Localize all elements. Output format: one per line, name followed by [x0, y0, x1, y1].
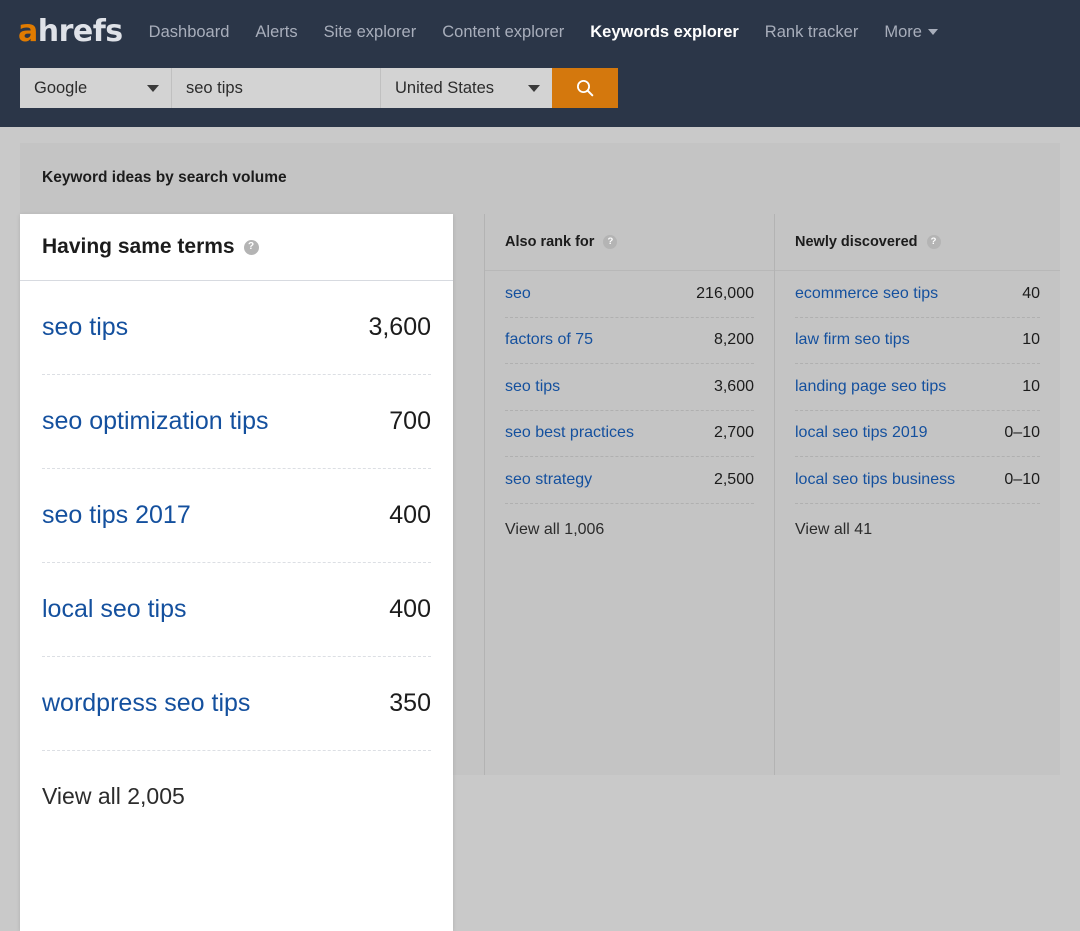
table-row[interactable]: seo tips 3,600: [505, 364, 754, 411]
column-title: Also rank for: [505, 234, 594, 250]
table-row[interactable]: local seo tips business 0–10: [795, 457, 1040, 504]
search-volume: 3,600: [368, 313, 431, 342]
search-volume: 0–10: [1004, 424, 1040, 442]
table-row[interactable]: landing page seo tips 10: [795, 364, 1040, 411]
search-volume: 2,700: [714, 424, 754, 442]
search-button[interactable]: [552, 68, 618, 108]
table-row[interactable]: factors of 75 8,200: [505, 318, 754, 365]
table-row[interactable]: seo 216,000: [505, 271, 754, 318]
table-row[interactable]: seo tips 3,600: [42, 281, 431, 375]
column-header-newly-discovered: Newly discovered ?: [775, 214, 1060, 271]
table-row[interactable]: local seo tips 2019 0–10: [795, 411, 1040, 458]
keyword-link[interactable]: seo strategy: [505, 471, 592, 489]
country-select[interactable]: United States: [380, 68, 552, 108]
keyword-link[interactable]: seo tips: [505, 378, 560, 396]
search-engine-value: Google: [34, 79, 87, 98]
nav-item-site-explorer[interactable]: Site explorer: [324, 23, 417, 42]
search-volume: 700: [389, 407, 431, 436]
table-row[interactable]: law firm seo tips 10: [795, 318, 1040, 365]
keyword-link[interactable]: local seo tips: [42, 595, 187, 624]
chevron-down-icon: [147, 85, 159, 92]
keyword-link[interactable]: seo optimization tips: [42, 407, 269, 436]
search-volume: 216,000: [696, 285, 754, 303]
column-having-same-terms: Having same terms ? seo tips 3,600 seo o…: [20, 214, 453, 931]
nav-item-more-label: More: [884, 23, 922, 42]
keyword-link[interactable]: factors of 75: [505, 331, 593, 349]
column-newly-discovered: Newly discovered ? ecommerce seo tips 40…: [774, 214, 1060, 775]
keyword-link[interactable]: seo tips: [42, 313, 128, 342]
nav-item-alerts[interactable]: Alerts: [255, 23, 297, 42]
country-value: United States: [395, 79, 494, 98]
search-volume: 0–10: [1004, 471, 1040, 489]
keyword-link[interactable]: law firm seo tips: [795, 331, 910, 349]
column-title: Newly discovered: [795, 234, 918, 250]
search-engine-select[interactable]: Google: [20, 68, 172, 108]
table-row[interactable]: local seo tips 400: [42, 563, 431, 657]
logo-accent-letter: a: [18, 14, 38, 49]
keyword-link[interactable]: landing page seo tips: [795, 378, 946, 396]
search-volume: 40: [1022, 285, 1040, 303]
question-mark-icon[interactable]: ?: [603, 235, 617, 249]
nav-item-dashboard[interactable]: Dashboard: [149, 23, 230, 42]
search-volume: 350: [389, 689, 431, 718]
nav-item-keywords-explorer[interactable]: Keywords explorer: [590, 23, 739, 42]
table-row[interactable]: seo tips 2017 400: [42, 469, 431, 563]
nav-item-more[interactable]: More: [884, 23, 938, 42]
keyword-input[interactable]: [172, 68, 380, 108]
view-all-link[interactable]: View all 2,005: [42, 751, 431, 841]
search-volume: 400: [389, 501, 431, 530]
keyword-link[interactable]: seo best practices: [505, 424, 634, 442]
search-volume: 400: [389, 595, 431, 624]
card-title: Keyword ideas by search volume: [42, 169, 287, 187]
question-mark-icon[interactable]: ?: [244, 240, 259, 255]
question-mark-icon[interactable]: ?: [927, 235, 941, 249]
nav-row: ahrefs Dashboard Alerts Site explorer Co…: [0, 0, 1080, 64]
column-also-rank-for: Also rank for ? seo 216,000 factors of 7…: [484, 214, 774, 775]
keyword-link[interactable]: seo tips 2017: [42, 501, 191, 530]
search-bar: Google United States: [20, 68, 618, 108]
nav-item-rank-tracker[interactable]: Rank tracker: [765, 23, 859, 42]
search-volume: 2,500: [714, 471, 754, 489]
view-all-link[interactable]: View all 1,006: [505, 504, 754, 556]
search-volume: 10: [1022, 378, 1040, 396]
chevron-down-icon: [928, 29, 938, 35]
columns-container: Having same terms ? seo tips 3,600 seo o…: [20, 214, 1060, 775]
search-icon: [575, 78, 595, 98]
search-volume: 10: [1022, 331, 1040, 349]
table-row[interactable]: seo best practices 2,700: [505, 411, 754, 458]
nav-item-content-explorer[interactable]: Content explorer: [442, 23, 564, 42]
top-navigation-bar: ahrefs Dashboard Alerts Site explorer Co…: [0, 0, 1080, 127]
keyword-ideas-card: Keyword ideas by search volume Having sa…: [20, 143, 1060, 775]
keyword-link[interactable]: ecommerce seo tips: [795, 285, 938, 303]
column-header-having-same-terms: Having same terms ?: [20, 214, 453, 281]
view-all-link[interactable]: View all 41: [795, 504, 1040, 556]
table-row[interactable]: seo strategy 2,500: [505, 457, 754, 504]
logo-text: hrefs: [38, 14, 123, 49]
search-volume: 8,200: [714, 331, 754, 349]
ahrefs-logo[interactable]: ahrefs: [18, 17, 123, 47]
column-title: Having same terms: [42, 235, 235, 259]
keyword-link[interactable]: local seo tips 2019: [795, 424, 928, 442]
column-header-also-rank-for: Also rank for ?: [485, 214, 774, 271]
chevron-down-icon: [528, 85, 540, 92]
keyword-link[interactable]: seo: [505, 285, 531, 303]
keyword-link[interactable]: local seo tips business: [795, 471, 955, 489]
table-row[interactable]: wordpress seo tips 350: [42, 657, 431, 751]
table-row[interactable]: ecommerce seo tips 40: [795, 271, 1040, 318]
search-volume: 3,600: [714, 378, 754, 396]
keyword-link[interactable]: wordpress seo tips: [42, 689, 250, 718]
table-row[interactable]: seo optimization tips 700: [42, 375, 431, 469]
